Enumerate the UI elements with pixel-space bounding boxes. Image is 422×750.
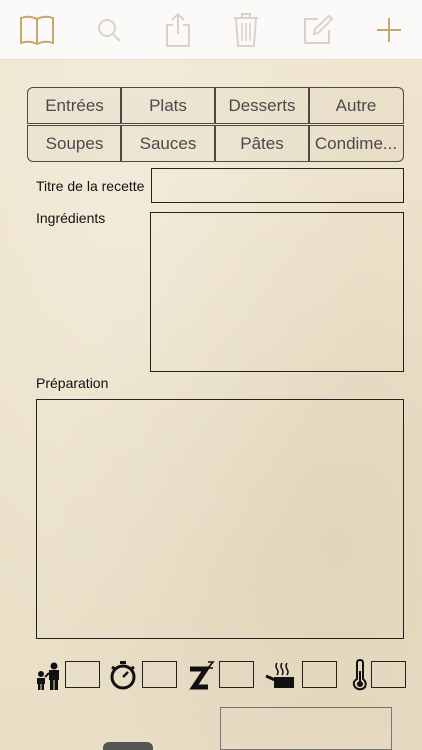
rest-time-icon bbox=[189, 661, 215, 690]
add-button[interactable] bbox=[369, 10, 409, 50]
rest-time-input[interactable] bbox=[219, 661, 254, 688]
compose-button[interactable] bbox=[298, 10, 338, 50]
share-icon bbox=[166, 12, 190, 47]
book-button[interactable] bbox=[17, 10, 57, 50]
preparation-label: Préparation bbox=[36, 375, 109, 391]
category-condiments[interactable]: Condime... bbox=[308, 125, 404, 162]
toolbar bbox=[0, 0, 422, 60]
trash-icon bbox=[234, 13, 258, 47]
preparation-input[interactable] bbox=[36, 399, 404, 639]
scroll-handle[interactable] bbox=[103, 742, 153, 750]
photo-frame[interactable] bbox=[220, 707, 392, 750]
ingredients-input[interactable] bbox=[150, 212, 404, 372]
temperature-input[interactable] bbox=[371, 661, 406, 688]
servings-icon bbox=[37, 662, 59, 690]
cooking-time-input[interactable] bbox=[142, 661, 177, 688]
cooking-pot-icon bbox=[265, 662, 294, 688]
share-button[interactable] bbox=[158, 10, 198, 50]
category-soupes[interactable]: Soupes bbox=[27, 125, 122, 162]
category-desserts[interactable]: Desserts bbox=[214, 87, 310, 124]
category-sauces[interactable]: Sauces bbox=[120, 125, 216, 162]
category-autre[interactable]: Autre bbox=[308, 87, 404, 124]
recipe-title-input[interactable] bbox=[151, 168, 404, 203]
search-button[interactable] bbox=[89, 10, 129, 50]
recipe-title-label: Titre de la recette bbox=[36, 178, 145, 194]
servings-input[interactable] bbox=[65, 661, 100, 688]
timer-icon bbox=[110, 661, 136, 690]
category-plats[interactable]: Plats bbox=[120, 87, 216, 124]
cooking-method-input[interactable] bbox=[302, 661, 337, 688]
compose-icon bbox=[304, 14, 334, 44]
plus-icon bbox=[377, 18, 401, 42]
book-icon bbox=[20, 15, 54, 46]
category-pates[interactable]: Pâtes bbox=[214, 125, 310, 162]
ingredients-label: Ingrédients bbox=[36, 210, 106, 226]
category-entrees[interactable]: Entrées bbox=[27, 87, 122, 124]
search-icon bbox=[98, 19, 121, 42]
trash-button[interactable] bbox=[226, 10, 266, 50]
